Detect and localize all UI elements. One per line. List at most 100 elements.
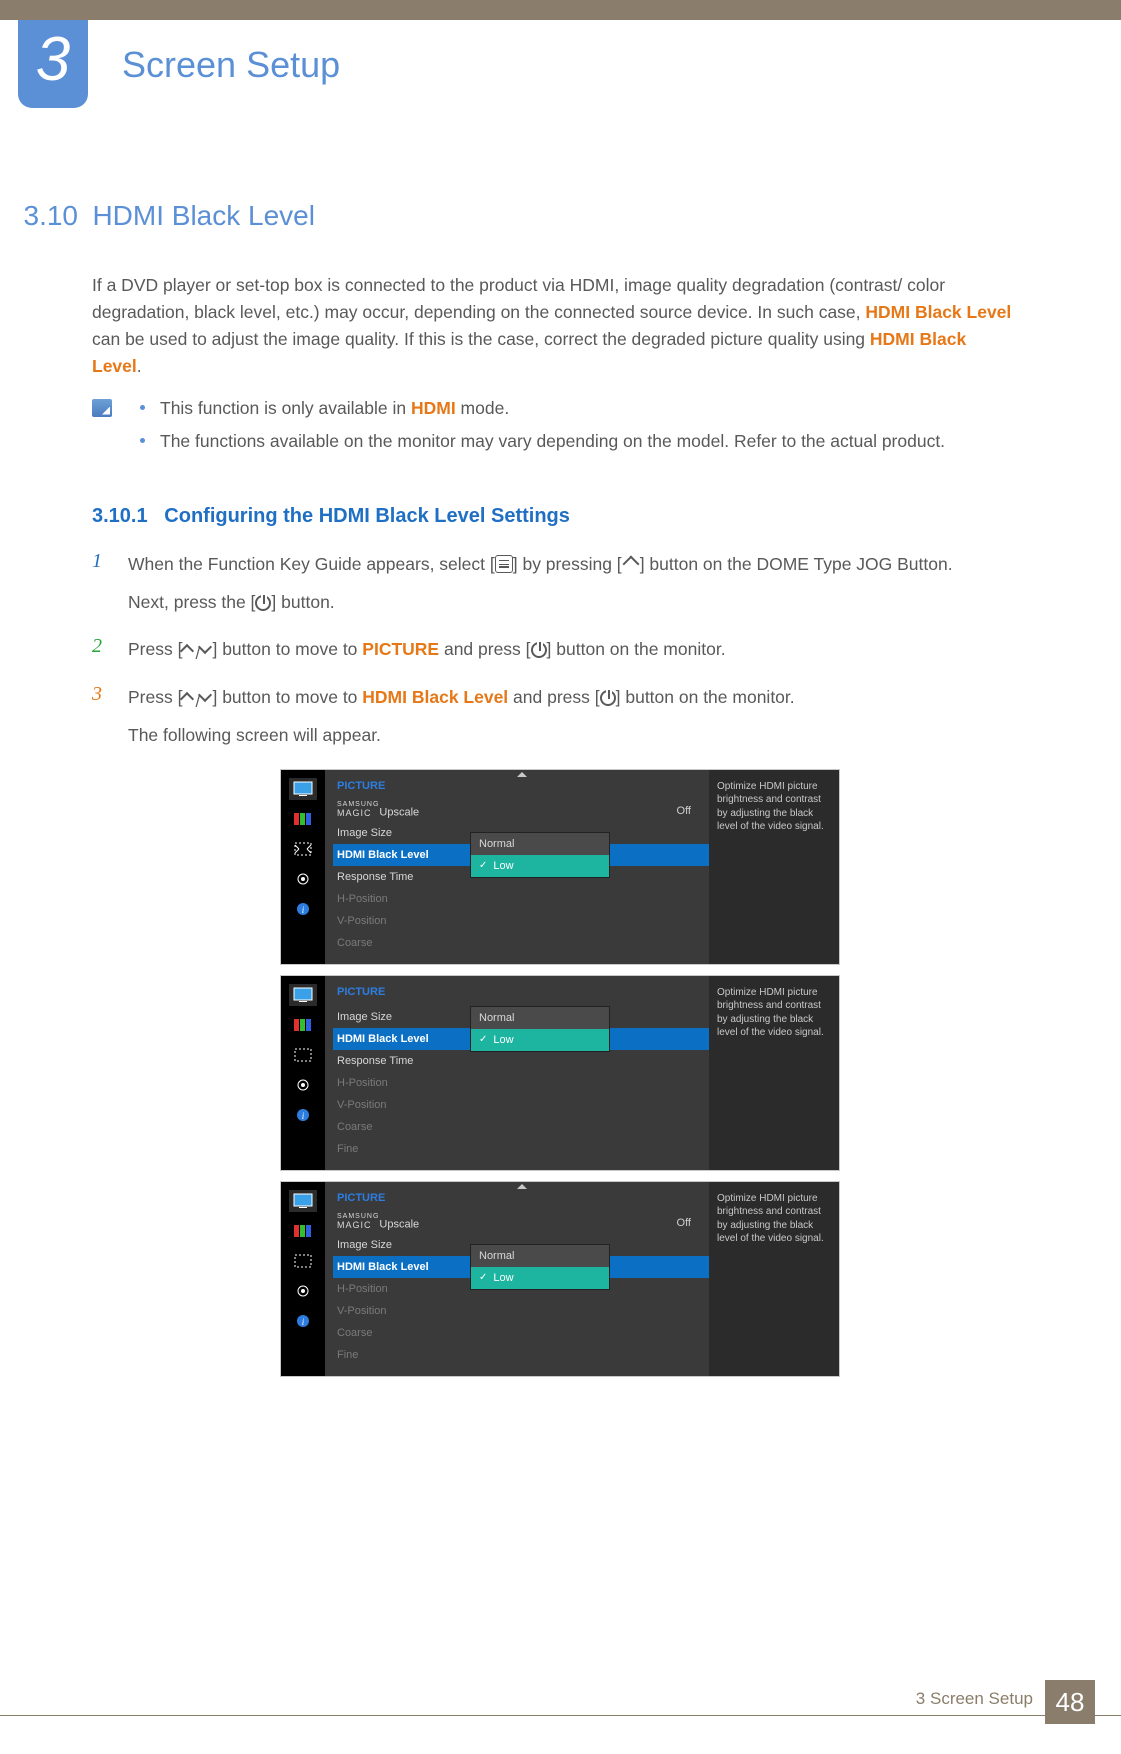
osd-up-arrow-icon — [517, 772, 527, 777]
osd-coarse-label: Coarse — [337, 1327, 457, 1339]
osd-vpos-label: V-Position — [337, 915, 457, 927]
power-icon — [531, 642, 547, 658]
intro-text-2: can be used to adjust the image quality.… — [92, 329, 870, 349]
osd-upscale-value: Off — [457, 805, 709, 817]
osd-row-coarse: Coarse — [333, 932, 709, 954]
osd-settings-icon — [289, 868, 317, 890]
osd-row-hpos: H-Position — [333, 888, 709, 910]
subsection-number: 3.10.1 — [92, 505, 148, 527]
osd-fine-label: Fine — [337, 1349, 457, 1361]
osd-info-icon: i — [289, 1310, 317, 1332]
note-icon — [92, 399, 112, 417]
power-icon — [600, 690, 616, 706]
osd-sidebar: i — [281, 1182, 325, 1376]
osd-row-upscale: SAMSUNGMAGICUpscale Off — [333, 800, 709, 822]
osd-imagesize-label: Image Size — [337, 1239, 457, 1251]
intro-highlight-1: HDMI Black Level — [865, 302, 1011, 322]
osd-response-label: Response Time — [337, 1055, 457, 1067]
step1-text-b: ] by pressing [ — [513, 554, 622, 574]
page-footer: 3 Screen Setup 48 — [916, 1680, 1095, 1718]
osd-hdmi-label: HDMI Black Level — [337, 1033, 457, 1045]
osd-response-label: Response Time — [337, 871, 457, 883]
osd-size-icon — [289, 1044, 317, 1066]
up-down-icon: / — [182, 642, 212, 658]
osd-size-icon — [289, 1250, 317, 1272]
osd-magic-bot: MAGIC — [337, 808, 372, 818]
step1-text-a: When the Function Key Guide appears, sel… — [128, 554, 495, 574]
step3-text-d: ] button on the monitor. — [616, 687, 795, 707]
intro-paragraph: If a DVD player or set-top box is connec… — [92, 272, 1020, 381]
osd-options-popup: Normal Low — [470, 1006, 610, 1052]
osd-menu-title: PICTURE — [333, 1190, 709, 1212]
note-1-highlight: HDMI — [411, 398, 456, 418]
footer-chapter-label: 3 Screen Setup — [916, 1689, 1033, 1709]
step3-highlight: HDMI Black Level — [362, 687, 508, 707]
osd-options-popup: Normal Low — [470, 1244, 610, 1290]
step-number-1: 1 — [92, 550, 110, 626]
osd-color-icon — [289, 808, 317, 830]
osd-imagesize-label: Image Size — [337, 1011, 457, 1023]
note-1b: mode. — [456, 398, 510, 418]
intro-text-3: . — [137, 356, 142, 376]
step3-text-b: ] button to move to — [212, 687, 362, 707]
step1-text-e: ] button. — [271, 592, 334, 612]
chapter-number-tab: 3 — [18, 20, 88, 108]
osd-size-icon — [289, 838, 317, 860]
section-number: 3.10 — [0, 200, 78, 232]
osd-option-low-selected: Low — [471, 1267, 609, 1289]
osd-hpos-label: H-Position — [337, 1283, 457, 1295]
osd-upscale-value: Off — [457, 1217, 709, 1229]
step2-highlight: PICTURE — [362, 639, 439, 659]
subsection-header: 3.10.1 Configuring the HDMI Black Level … — [92, 505, 1020, 528]
step-2: 2 Press [/] button to move to PICTURE an… — [92, 635, 1020, 673]
osd-help-text: Optimize HDMI picture brightness and con… — [709, 1182, 839, 1376]
osd-screenshot-3: i PICTURE SAMSUNGMAGICUpscale Off Image … — [280, 1181, 840, 1377]
osd-sidebar: i — [281, 770, 325, 964]
osd-picture-icon — [289, 984, 317, 1006]
osd-row-vpos: V-Position — [333, 1094, 709, 1116]
osd-hdmi-label: HDMI Black Level — [337, 849, 457, 861]
power-icon — [255, 595, 271, 611]
step1-text-c: ] button on the DOME Type JOG Button. — [640, 554, 953, 574]
note-1a: This function is only available in — [160, 398, 411, 418]
osd-upscale-label: Upscale — [379, 1219, 419, 1231]
osd-option-normal: Normal — [471, 833, 609, 855]
osd-row-coarse: Coarse — [333, 1116, 709, 1138]
osd-hpos-label: H-Position — [337, 1077, 457, 1089]
step2-text-c: and press [ — [439, 639, 530, 659]
osd-row-coarse: Coarse — [333, 1322, 709, 1344]
intro-text-1: If a DVD player or set-top box is connec… — [92, 275, 945, 322]
footer-page-number: 48 — [1045, 1680, 1095, 1724]
osd-info-icon: i — [289, 1104, 317, 1126]
step1-text-d: Next, press the [ — [128, 592, 255, 612]
osd-option-low-selected: Low — [471, 855, 609, 877]
osd-help-text: Optimize HDMI picture brightness and con… — [709, 770, 839, 964]
osd-screenshot-1: i PICTURE SAMSUNGMAGICUpscale Off Image … — [280, 769, 840, 965]
step2-text-b: ] button to move to — [212, 639, 362, 659]
osd-coarse-label: Coarse — [337, 937, 457, 949]
osd-fine-label: Fine — [337, 1143, 457, 1155]
osd-hdmi-label: HDMI Black Level — [337, 1261, 457, 1273]
osd-hpos-label: H-Position — [337, 893, 457, 905]
osd-row-hpos: H-Position — [333, 1072, 709, 1094]
step2-text-d: ] button on the monitor. — [547, 639, 726, 659]
up-down-icon: / — [182, 690, 212, 706]
step-number-2: 2 — [92, 635, 110, 673]
osd-row-vpos: V-Position — [333, 1300, 709, 1322]
step2-text-a: Press [ — [128, 639, 182, 659]
osd-menu-title: PICTURE — [333, 778, 709, 800]
osd-row-response: Response Time — [333, 1050, 709, 1072]
top-accent-bar — [0, 0, 1121, 20]
step-3: 3 Press [/] button to move to HDMI Black… — [92, 683, 1020, 759]
osd-imagesize-label: Image Size — [337, 827, 457, 839]
step-1: 1 When the Function Key Guide appears, s… — [92, 550, 1020, 626]
osd-settings-icon — [289, 1074, 317, 1096]
osd-picture-icon — [289, 1190, 317, 1212]
osd-row-fine: Fine — [333, 1344, 709, 1366]
section-header: 3.10 HDMI Black Level — [0, 200, 1020, 232]
osd-settings-icon — [289, 1280, 317, 1302]
osd-row-fine: Fine — [333, 1138, 709, 1160]
osd-picture-icon — [289, 778, 317, 800]
step3-text-e: The following screen will appear. — [128, 721, 795, 751]
osd-option-low-selected: Low — [471, 1029, 609, 1051]
